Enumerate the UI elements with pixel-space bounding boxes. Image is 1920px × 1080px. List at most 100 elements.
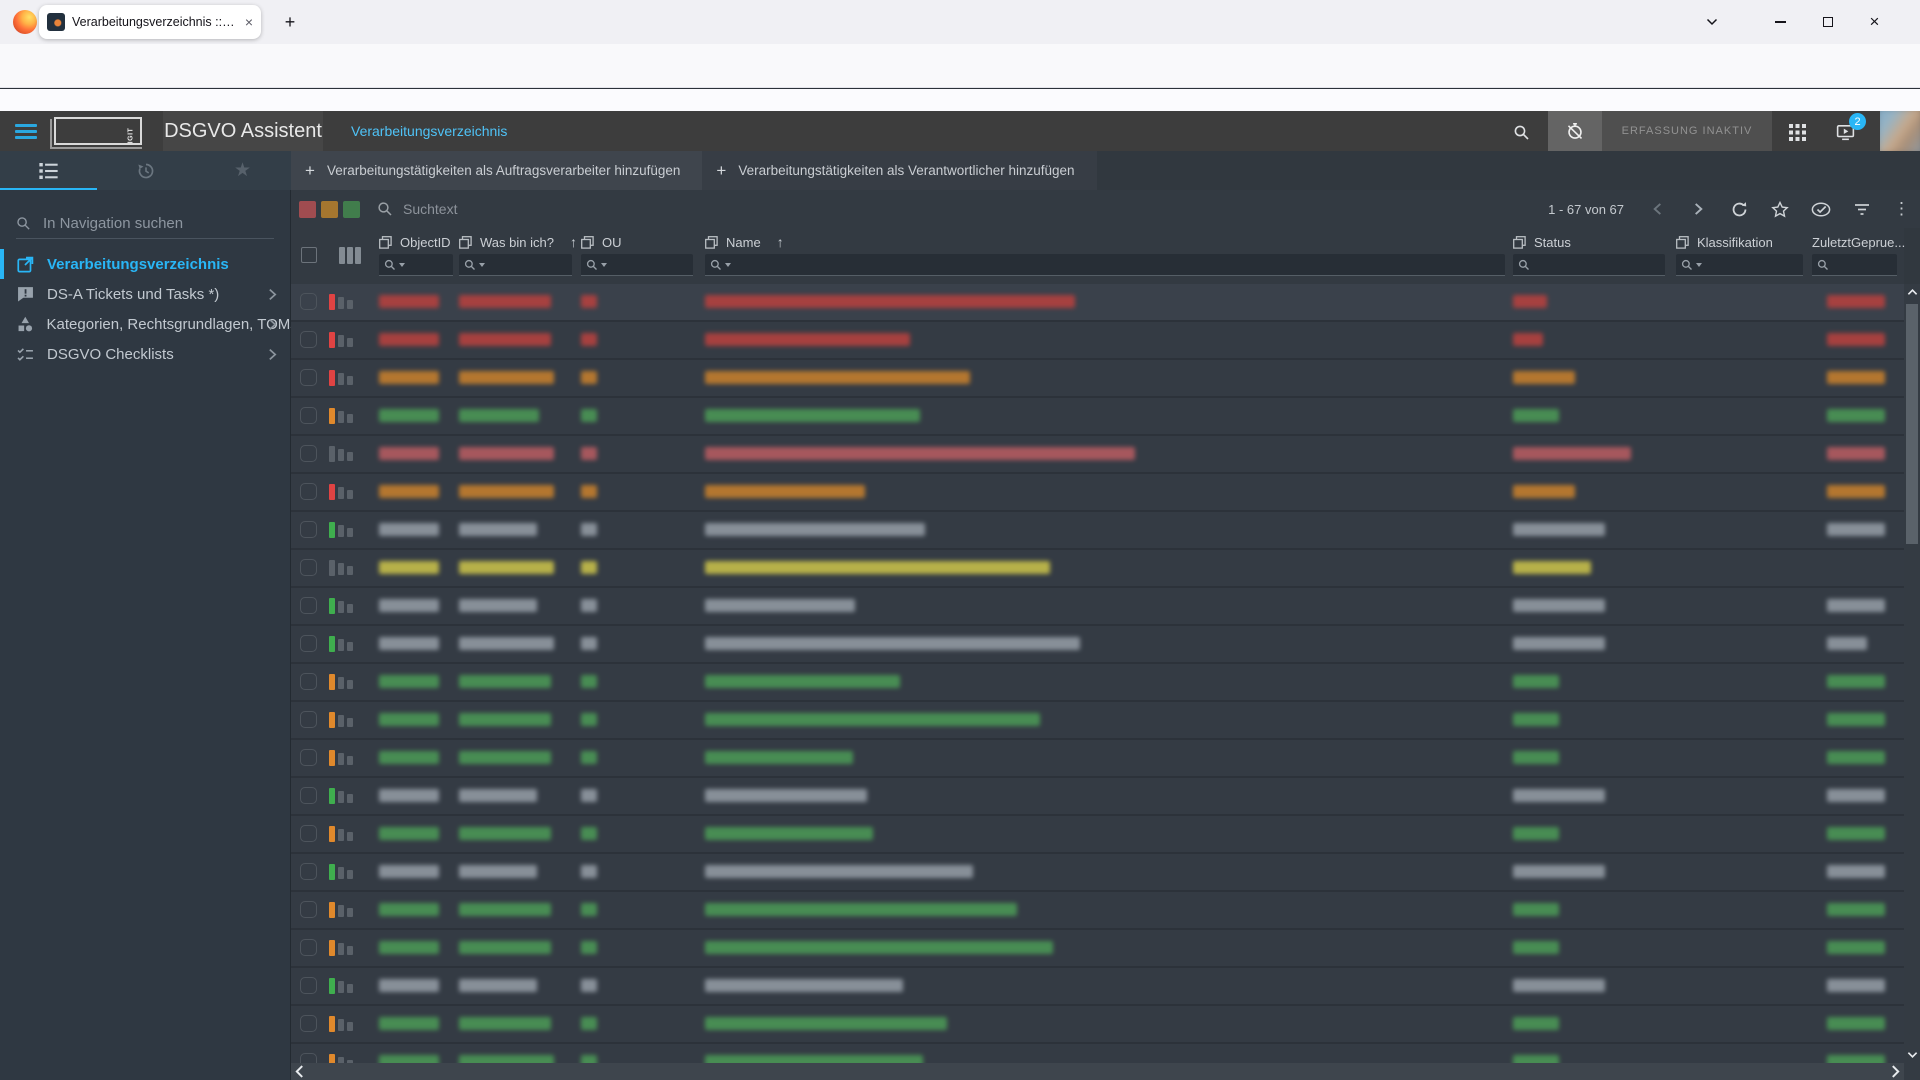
filter-wasbinich[interactable] — [459, 254, 572, 276]
sort-asc-icon[interactable]: ↑ — [777, 234, 784, 250]
table-row[interactable] — [291, 854, 1904, 890]
favorite-view-icon[interactable] — [1770, 199, 1790, 219]
horizontal-scrollbar[interactable] — [291, 1063, 1904, 1080]
table-row[interactable] — [291, 816, 1904, 852]
refresh-icon[interactable] — [1729, 199, 1749, 219]
sidebar-item-verarbeitungsverzeichnis[interactable]: Verarbeitungsverzeichnis — [0, 249, 291, 279]
table-row[interactable] — [291, 512, 1904, 548]
window-close-button[interactable]: × — [1851, 0, 1898, 44]
table-row[interactable] — [291, 930, 1904, 966]
vertical-scroll-thumb[interactable] — [1906, 304, 1918, 544]
table-row[interactable] — [291, 436, 1904, 472]
hamburger-menu-icon[interactable] — [15, 124, 37, 139]
table-search-input[interactable]: Suchtext — [403, 201, 457, 217]
column-header-status[interactable]: Status — [1513, 233, 1571, 251]
filter-zuletztgeprueft[interactable] — [1812, 254, 1897, 276]
sidebar-tab-history[interactable] — [97, 151, 194, 190]
scroll-right-icon[interactable] — [1891, 1065, 1900, 1078]
row-mini-bar — [329, 788, 335, 804]
columns-icon[interactable] — [339, 247, 361, 264]
row-mini-bar — [329, 332, 335, 348]
more-options-icon[interactable]: ⋮ — [1893, 199, 1910, 219]
row-mini-bar — [329, 484, 335, 500]
filter-caret-icon — [479, 263, 485, 267]
column-header-name[interactable]: Name ↑ — [705, 233, 784, 251]
table-row[interactable] — [291, 398, 1904, 434]
column-header-wasbinich[interactable]: Was bin ich? ↑ — [459, 233, 577, 251]
search-icon — [586, 259, 598, 271]
redacted-date — [1827, 523, 1885, 536]
page-prev-icon[interactable] — [1647, 199, 1667, 219]
sort-asc-icon[interactable]: ↑ — [570, 234, 577, 250]
add-processor-tab[interactable]: + Verarbeitungstätigkeiten als Auftragsv… — [291, 151, 702, 190]
new-tab-button[interactable]: + — [276, 8, 304, 36]
select-all-checkbox[interactable] — [301, 247, 317, 263]
table-row[interactable] — [291, 474, 1904, 510]
scroll-left-icon[interactable] — [295, 1065, 304, 1078]
apps-grid-icon[interactable] — [1784, 119, 1810, 145]
select-mode-icon[interactable] — [1811, 199, 1831, 219]
sidebar-search-field[interactable]: In Navigation suchen — [16, 209, 274, 239]
header-search-icon[interactable] — [1508, 119, 1534, 145]
table-header: ObjectID Was bin ich? ↑ OU Name ↑ — [291, 228, 1904, 284]
redacted-objectid — [379, 485, 439, 498]
filter-objectid[interactable] — [379, 254, 453, 276]
table-row[interactable] — [291, 968, 1904, 1004]
sidebar-search-placeholder: In Navigation suchen — [43, 215, 183, 232]
table-row[interactable] — [291, 284, 1904, 320]
column-header-objectid[interactable]: ObjectID — [379, 233, 451, 251]
column-header-ou[interactable]: OU — [581, 233, 622, 251]
filter-ou[interactable] — [581, 254, 693, 276]
window-minimize-button[interactable] — [1757, 0, 1804, 44]
timer-off-button[interactable] — [1548, 111, 1602, 151]
table-row[interactable] — [291, 778, 1904, 814]
filter-icon[interactable] — [1852, 199, 1872, 219]
table-row[interactable] — [291, 626, 1904, 662]
capture-inactive-button[interactable]: ERFASSUNG INAKTIV — [1602, 111, 1772, 151]
redacted-name — [705, 485, 865, 498]
table-row[interactable] — [291, 1006, 1904, 1042]
filter-klassifikation[interactable] — [1676, 254, 1803, 276]
table-row[interactable] — [291, 550, 1904, 586]
redacted-wasbinich — [459, 333, 551, 346]
table-row[interactable] — [291, 892, 1904, 928]
table-row[interactable] — [291, 664, 1904, 700]
row-mini-bar — [338, 487, 344, 499]
table-row[interactable] — [291, 1044, 1904, 1063]
sidebar-item-kategorien[interactable]: Kategorien, Rechtsgrundlagen, TOMs — [0, 309, 291, 339]
add-controller-tab[interactable]: + Verarbeitungstätigkeiten als Verantwor… — [702, 151, 1096, 190]
firefox-logo-icon[interactable] — [13, 10, 37, 34]
sidebar-tab-favorites[interactable]: ★ — [194, 151, 291, 190]
column-header-klassifikation[interactable]: Klassifikation — [1676, 233, 1773, 251]
table-row[interactable] — [291, 360, 1904, 396]
filter-status[interactable] — [1513, 254, 1665, 276]
redacted-status — [1513, 827, 1559, 840]
legend-orange-square[interactable] — [321, 201, 338, 218]
app-title: DSGVO Assistent — [164, 120, 322, 143]
legend-green-square[interactable] — [343, 201, 360, 218]
redacted-date — [1827, 409, 1885, 422]
table-row[interactable] — [291, 588, 1904, 624]
sidebar-item-tickets[interactable]: DS-A Tickets und Tasks *) — [0, 279, 291, 309]
window-maximize-button[interactable] — [1804, 0, 1851, 44]
redacted-wasbinich — [459, 371, 554, 384]
legend-red-square[interactable] — [299, 201, 316, 218]
sidebar-item-checklists[interactable]: DSGVO Checklists — [0, 339, 291, 369]
scroll-down-icon[interactable] — [1906, 1048, 1918, 1062]
scroll-up-icon[interactable] — [1906, 285, 1918, 299]
table-row[interactable] — [291, 702, 1904, 738]
tab-list-chevron-icon[interactable] — [1692, 0, 1732, 44]
filter-name[interactable] — [705, 254, 1505, 276]
vertical-scrollbar[interactable] — [1904, 284, 1920, 1063]
table-row[interactable] — [291, 740, 1904, 776]
browser-tab[interactable]: Verarbeitungsverzeichnis :: IGIT × — [39, 5, 261, 39]
page-next-icon[interactable] — [1688, 199, 1708, 219]
sidebar-tab-navigation[interactable] — [0, 151, 97, 190]
row-mini-bar — [347, 604, 353, 613]
tab-close-icon[interactable]: × — [245, 15, 253, 29]
column-header-zuletztgeprueft[interactable]: ZuletztGeprue... — [1812, 233, 1905, 251]
user-avatar[interactable] — [1880, 111, 1920, 151]
row-mini-bar — [329, 864, 335, 880]
table-row[interactable] — [291, 322, 1904, 358]
breadcrumb[interactable]: Verarbeitungsverzeichnis — [351, 111, 507, 151]
